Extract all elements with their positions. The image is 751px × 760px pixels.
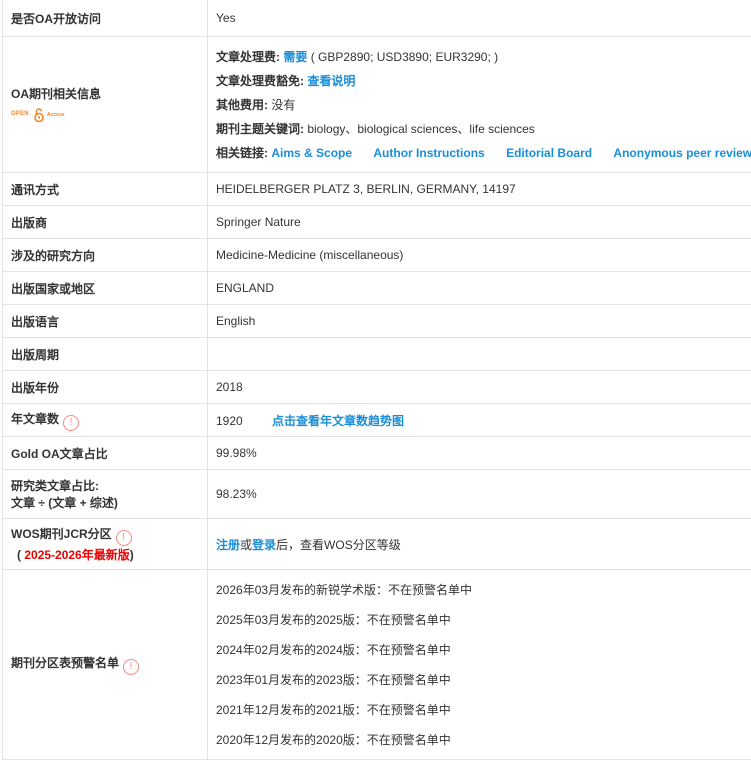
row-value: HEIDELBERGER PLATZ 3, BERLIN, GERMANY, 1… <box>208 173 751 206</box>
row-value: 2018 <box>208 371 751 404</box>
row-label-oa-info: OA期刊相关信息 OPEN Access <box>3 37 208 173</box>
list-item: 2021年12月发布的2021版：不在预警名单中 <box>216 695 751 725</box>
row-research-ratio: 研究类文章占比: 文章 ÷ (文章 + 综述) 98.23% <box>3 470 751 519</box>
row-value: 99.98% <box>208 437 751 470</box>
waiver-link[interactable]: 查看说明 <box>307 74 355 88</box>
row-value: ENGLAND <box>208 272 751 305</box>
warning-list-values: 2026年03月发布的新锐学术版：不在预警名单中 2025年03月发布的2025… <box>208 570 751 760</box>
annual-trend-link[interactable]: 点击查看年文章数趋势图 <box>272 414 404 428</box>
row-label: 出版语言 <box>3 305 208 338</box>
or-text: 或 <box>240 538 252 552</box>
other-fees-line: 其他费用: 没有 <box>216 93 751 117</box>
row-oa-open: 是否OA开放访问 Yes <box>3 0 751 37</box>
list-item: 2026年03月发布的新锐学术版：不在预警名单中 <box>216 575 751 605</box>
link-peer-review[interactable]: Anonymous peer review <box>613 146 751 160</box>
row-label: 期刊分区表预警名单 <box>11 656 119 670</box>
link-aims-scope[interactable]: Aims & Scope <box>271 146 352 160</box>
row-label-warning-list: 期刊分区表预警名单! <box>3 570 208 760</box>
apc-detail: ( GBP2890; USD3890; EUR3290; ) <box>311 50 498 64</box>
row-value: Medicine-Medicine (miscellaneous) <box>208 239 751 272</box>
open-access-logo-text: OPEN <box>11 111 29 117</box>
row-label: 出版周期 <box>3 338 208 371</box>
wos-login-prompt: 注册或登录后，查看WOS分区等级 <box>208 519 751 570</box>
row-label: 出版商 <box>3 206 208 239</box>
row-value <box>208 338 751 371</box>
row-label: 涉及的研究方向 <box>3 239 208 272</box>
row-label: 通讯方式 <box>3 173 208 206</box>
row-value: English <box>208 305 751 338</box>
related-links-label: 相关链接: <box>216 146 268 160</box>
row-label-research-ratio: 研究类文章占比: 文章 ÷ (文章 + 综述) <box>3 470 208 519</box>
row-oa-info: OA期刊相关信息 OPEN Access 文章处理费: 需要 ( GBP2890… <box>3 37 751 173</box>
row-value: Springer Nature <box>208 206 751 239</box>
apc-line: 文章处理费: 需要 ( GBP2890; USD3890; EUR3290; ) <box>216 45 751 69</box>
open-access-logo-subtext: Access <box>47 112 65 118</box>
row-label: 出版国家或地区 <box>3 272 208 305</box>
keywords-label: 期刊主题关键词: <box>216 122 304 136</box>
login-link[interactable]: 登录 <box>252 538 276 552</box>
row-gold-oa: Gold OA文章占比 99.98% <box>3 437 751 470</box>
link-editorial-board[interactable]: Editorial Board <box>506 146 592 160</box>
open-access-logo: OPEN Access <box>11 108 207 124</box>
row-frequency: 出版周期 <box>3 338 751 371</box>
other-fees-value: 没有 <box>271 98 295 112</box>
row-label: Gold OA文章占比 <box>3 437 208 470</box>
wos-prompt-suffix: 后，查看WOS分区等级 <box>276 538 401 552</box>
row-year: 出版年份 2018 <box>3 371 751 404</box>
row-language: 出版语言 English <box>3 305 751 338</box>
waiver-line: 文章处理费豁免: 查看说明 <box>216 69 751 93</box>
register-link[interactable]: 注册 <box>216 538 240 552</box>
apc-required-link[interactable]: 需要 <box>283 50 307 64</box>
open-lock-icon <box>34 108 44 122</box>
waiver-label: 文章处理费豁免: <box>216 74 304 88</box>
journal-info-table: 是否OA开放访问 Yes OA期刊相关信息 OPEN Access 文章处理费:… <box>2 0 751 760</box>
row-country: 出版国家或地区 ENGLAND <box>3 272 751 305</box>
row-label: 出版年份 <box>3 371 208 404</box>
oa-info-details: 文章处理费: 需要 ( GBP2890; USD3890; EUR3290; )… <box>208 37 751 173</box>
row-research-direction: 涉及的研究方向 Medicine-Medicine (miscellaneous… <box>3 239 751 272</box>
info-warning-icon[interactable]: ! <box>116 530 132 546</box>
row-label-wos: WOS期刊JCR分区! ( 2025-2026年最新版) <box>3 519 208 570</box>
row-label: 年文章数 <box>11 412 59 426</box>
list-item: 2020年12月发布的2020版：不在预警名单中 <box>216 725 751 755</box>
row-value: 98.23% <box>208 470 751 519</box>
other-fees-label: 其他费用: <box>216 98 268 112</box>
info-warning-icon[interactable]: ! <box>63 415 79 431</box>
row-label-line2: 文章 ÷ (文章 + 综述) <box>11 494 207 511</box>
keywords-line: 期刊主题关键词: biology、biological sciences、lif… <box>216 117 751 141</box>
related-links-line: 相关链接: Aims & Scope Author Instructions E… <box>216 141 751 165</box>
row-label: OA期刊相关信息 <box>11 85 207 102</box>
row-label-line1: WOS期刊JCR分区 <box>11 527 112 541</box>
row-wos-jcr: WOS期刊JCR分区! ( 2025-2026年最新版) 注册或登录后，查看WO… <box>3 519 751 570</box>
list-item: 2024年02月发布的2024版：不在预警名单中 <box>216 635 751 665</box>
row-warning-list: 期刊分区表预警名单! 2026年03月发布的新锐学术版：不在预警名单中 2025… <box>3 570 751 760</box>
keywords-value: biology、biological sciences、life science… <box>307 122 534 136</box>
annual-value-cell: 1920点击查看年文章数趋势图 <box>208 404 751 437</box>
row-label: 是否OA开放访问 <box>3 0 208 37</box>
row-contact: 通讯方式 HEIDELBERGER PLATZ 3, BERLIN, GERMA… <box>3 173 751 206</box>
row-label-annual: 年文章数! <box>3 404 208 437</box>
apc-label: 文章处理费: <box>216 50 280 64</box>
paren-close: ) <box>130 548 134 562</box>
latest-edition-label: 2025-2026年最新版 <box>24 548 129 562</box>
row-publisher: 出版商 Springer Nature <box>3 206 751 239</box>
list-item: 2025年03月发布的2025版：不在预警名单中 <box>216 605 751 635</box>
row-value: Yes <box>208 0 751 37</box>
info-warning-icon[interactable]: ! <box>123 659 139 675</box>
row-annual-articles: 年文章数! 1920点击查看年文章数趋势图 <box>3 404 751 437</box>
row-value: 1920 <box>216 414 272 428</box>
list-item: 2023年01月发布的2023版：不在预警名单中 <box>216 665 751 695</box>
link-author-instructions[interactable]: Author Instructions <box>373 146 484 160</box>
row-label-line1: 研究类文章占比: <box>11 477 207 494</box>
